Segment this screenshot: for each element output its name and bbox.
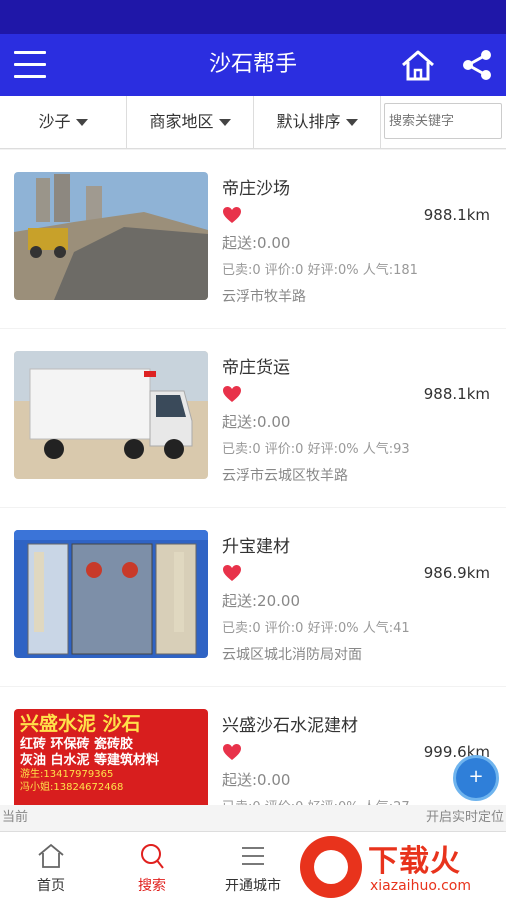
merchant-thumbnail: [14, 530, 208, 658]
list-item[interactable]: 兴盛水泥 沙石 红砖 环保砖 瓷砖胶 灰油 白水泥 等建筑材料 游生:13417…: [0, 687, 506, 805]
region-filter-label: 商家地区: [149, 112, 214, 131]
min-delivery-text: 起送:20.00: [222, 592, 300, 610]
merchant-name: 升宝建材: [222, 537, 290, 557]
home-icon: [38, 843, 64, 868]
merchant-thumbnail: 兴盛水泥 沙石 红砖 环保砖 瓷砖胶 灰油 白水泥 等建筑材料 游生:13417…: [14, 709, 208, 805]
thumb-title: 兴盛水泥 沙石: [20, 713, 141, 735]
category-filter[interactable]: 沙子: [0, 96, 127, 148]
region-filter[interactable]: 商家地区: [127, 96, 254, 148]
min-delivery-text: 起送:0.00: [222, 771, 291, 789]
status-bar: [0, 0, 506, 34]
tab-search-label: 搜索: [138, 878, 166, 894]
list-item[interactable]: 帝庄货运 988.1km 起送:0.00 已卖:0 评价:0 好评:0% 人气:…: [0, 329, 506, 507]
flame-logo-icon: [300, 836, 362, 898]
distance-text: 988.1km: [423, 206, 490, 224]
caret-down-icon: [218, 119, 231, 126]
merchant-thumbnail: [14, 172, 208, 300]
locate-fab-button[interactable]: +: [453, 755, 499, 801]
distance-text: 988.1km: [423, 385, 490, 403]
list-item[interactable]: 升宝建材 986.9km 起送:20.00 已卖:0 评价:0 好评:0% 人气…: [0, 508, 506, 686]
merchant-name: 帝庄沙场: [222, 179, 290, 199]
address-text: 云城区城北消防局对面: [222, 647, 362, 663]
home-icon[interactable]: [400, 48, 436, 82]
address-text: 云浮市牧羊路: [222, 289, 306, 305]
stats-text: 已卖:0 评价:0 好评:0% 人气:41: [222, 621, 410, 636]
location-status-text: 当前: [2, 810, 29, 825]
share-icon[interactable]: [460, 48, 494, 82]
list-icon: [242, 847, 264, 865]
merchant-list: 帝庄沙场 988.1km 起送:0.00 已卖:0 评价:0 好评:0% 人气:…: [0, 150, 506, 805]
watermark-title: 下载火: [368, 844, 461, 879]
location-hint-bar: 当前 开启实时定位: [0, 805, 506, 831]
sort-filter[interactable]: 默认排序: [254, 96, 381, 148]
tab-city-label: 开通城市: [225, 878, 281, 894]
search-icon: [141, 844, 164, 869]
min-delivery-text: 起送:0.00: [222, 413, 291, 431]
stats-text: 已卖:0 评价:0 好评:0% 人气:93: [222, 442, 410, 457]
tab-city[interactable]: 开通城市: [203, 832, 303, 901]
stats-text: 已卖:0 评价:0 好评:0% 人气:27: [222, 796, 410, 805]
address-text: 云浮市云城区牧羊路: [222, 468, 348, 484]
min-delivery-text: 起送:0.00: [222, 234, 291, 252]
sort-filter-label: 默认排序: [276, 112, 341, 131]
list-item[interactable]: 帝庄沙场 988.1km 起送:0.00 已卖:0 评价:0 好评:0% 人气:…: [0, 150, 506, 328]
category-filter-label: 沙子: [38, 112, 71, 131]
distance-text: 986.9km: [423, 564, 490, 582]
merchant-name: 兴盛沙石水泥建材: [222, 716, 358, 736]
watermark-logo: 下载火 xiazaihuo.com: [300, 836, 506, 900]
tab-search[interactable]: 搜索: [102, 832, 202, 901]
heart-icon: [223, 565, 241, 581]
filter-bar: 沙子 商家地区 默认排序: [0, 96, 506, 149]
heart-icon: [223, 386, 241, 402]
enable-location-link[interactable]: 开启实时定位: [426, 805, 504, 831]
heart-icon: [223, 207, 241, 223]
heart-icon: [223, 744, 241, 760]
watermark-url: xiazaihuo.com: [370, 878, 471, 894]
search-input[interactable]: [384, 103, 502, 139]
stats-text: 已卖:0 评价:0 好评:0% 人气:181: [222, 263, 418, 278]
plus-icon: +: [468, 766, 484, 787]
app-header: 沙石帮手: [0, 34, 506, 96]
tab-home[interactable]: 首页: [1, 832, 101, 901]
thumb-line: 红砖 环保砖 瓷砖胶: [20, 736, 134, 752]
thumb-phone: 游生:13417979365: [20, 769, 114, 781]
tab-home-label: 首页: [37, 878, 65, 894]
caret-down-icon: [75, 119, 88, 126]
merchant-name: 帝庄货运: [222, 358, 290, 378]
merchant-thumbnail: [14, 351, 208, 479]
caret-down-icon: [345, 119, 358, 126]
thumb-line: 灰油 白水泥 等建筑材料: [20, 753, 160, 768]
thumb-phone: 冯小姐:13824672468: [20, 781, 124, 793]
